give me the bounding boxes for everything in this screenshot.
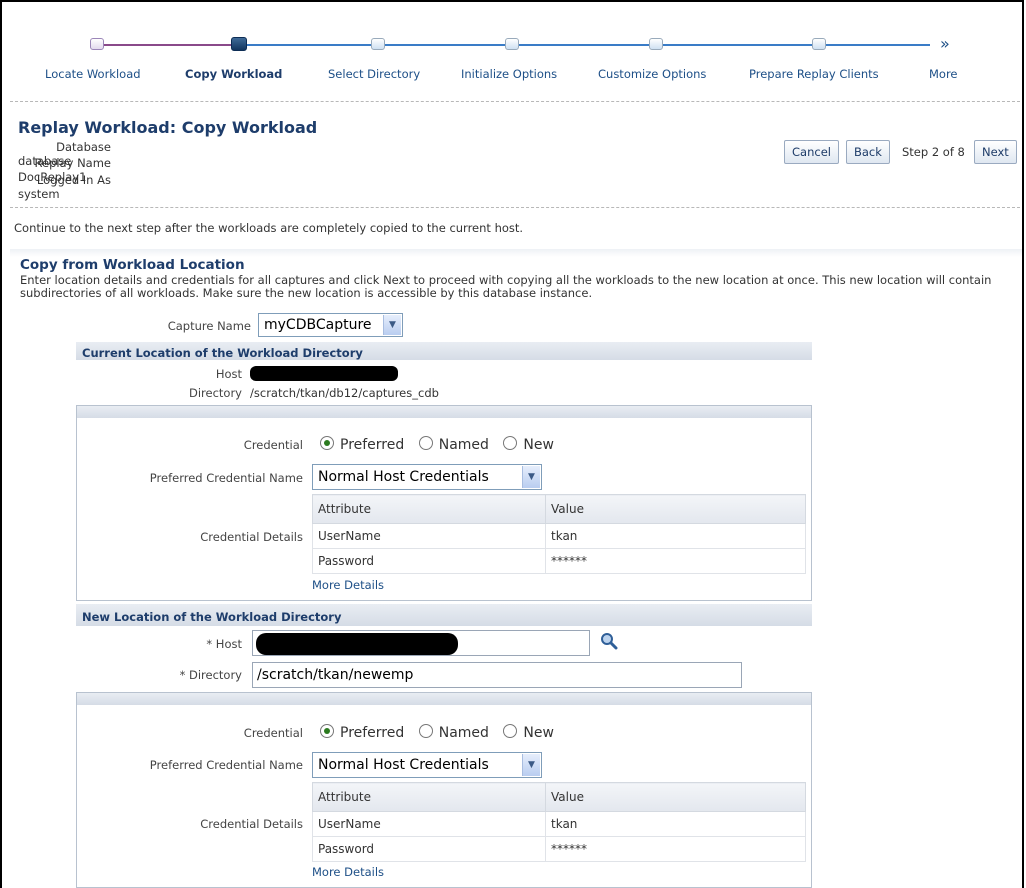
preferred-credential-name-label: Preferred Credential Name (149, 471, 303, 485)
current-directory-value: /scratch/tkan/db12/captures_cdb (250, 386, 439, 400)
new-host-label: * Host (206, 637, 242, 651)
info-label: Database (56, 140, 111, 154)
capture-name-select[interactable]: myCDBCapture ▼ (258, 313, 403, 337)
more-details-link[interactable]: More Details (312, 865, 384, 879)
credential-details-table: Attribute Value UserName tkan Password *… (312, 494, 806, 574)
table-cell: tkan (545, 811, 806, 837)
train-step-more[interactable]: More (929, 67, 958, 81)
table-cell: tkan (545, 523, 806, 549)
table-cell: Password (312, 548, 546, 574)
train-line (240, 44, 930, 46)
new-directory-label: * Directory (179, 668, 242, 682)
capture-name-value: myCDBCapture (264, 317, 372, 333)
next-button[interactable]: Next (974, 140, 1017, 164)
table-cell: UserName (312, 523, 546, 549)
train-node-initialize-options[interactable] (505, 38, 519, 50)
credential-radio-group: Preferred Named New (320, 724, 564, 741)
panel-header (77, 693, 811, 705)
directory-input[interactable]: /scratch/tkan/newemp (252, 662, 742, 688)
cancel-button[interactable]: Cancel (784, 140, 839, 164)
search-icon[interactable] (600, 632, 618, 653)
radio-button[interactable] (320, 436, 334, 450)
preferred-credential-select[interactable]: Normal Host Credentials ▼ (312, 464, 542, 490)
radio-new[interactable]: New (503, 436, 554, 453)
train-step-label[interactable]: Prepare Replay Clients (749, 67, 879, 81)
table-cell: ****** (545, 548, 806, 574)
credential-label: Credential (243, 726, 303, 740)
table-cell: UserName (312, 811, 546, 837)
info-label: Replay Name (34, 156, 111, 170)
train-node-prepare-replay-clients[interactable] (812, 38, 826, 50)
credential-details-label: Credential Details (200, 530, 303, 544)
train-step-label[interactable]: Select Directory (328, 67, 420, 81)
capture-name-label: Capture Name (167, 319, 251, 333)
current-host-label: Host (215, 367, 242, 381)
table-cell: Password (312, 836, 546, 862)
info-label: Logged In As (36, 173, 111, 187)
chevron-down-icon: ▼ (383, 315, 401, 335)
current-directory-label: Directory (188, 386, 242, 400)
radio-button[interactable] (418, 436, 433, 450)
train-node-copy-workload (231, 37, 247, 51)
train-step-label[interactable]: Customize Options (598, 67, 706, 81)
train-step-label-current: Copy Workload (185, 67, 283, 81)
table-header-row: Attribute Value (312, 494, 806, 524)
radio-button[interactable] (503, 436, 518, 450)
table-cell: ****** (545, 836, 806, 862)
radio-button[interactable] (418, 724, 433, 738)
radio-preferred[interactable]: Preferred (320, 436, 404, 453)
copy-section-title: Copy from Workload Location (20, 257, 245, 273)
table-row: UserName tkan (312, 523, 806, 549)
back-button[interactable]: Back (846, 140, 890, 164)
train-node-customize-options[interactable] (649, 38, 663, 50)
train-node-select-directory[interactable] (371, 38, 385, 50)
chevron-down-icon: ▼ (522, 466, 540, 488)
preferred-credential-value: Normal Host Credentials (318, 469, 489, 485)
current-location-title: Current Location of the Workload Directo… (82, 346, 363, 360)
credential-label: Credential (243, 438, 303, 452)
instruction-text: Continue to the next step after the work… (14, 221, 524, 235)
radio-named[interactable]: Named (418, 436, 489, 453)
section-band (10, 249, 1022, 257)
more-arrow-icon[interactable]: » (940, 34, 950, 53)
redacted-host-value (256, 633, 458, 655)
radio-button[interactable] (320, 724, 334, 738)
radio-new[interactable]: New (503, 724, 554, 741)
train-line-completed (97, 44, 235, 46)
train-step-label[interactable]: Locate Workload (45, 67, 141, 81)
redacted-host (250, 366, 398, 381)
divider (10, 207, 1020, 208)
chevron-down-icon: ▼ (522, 754, 540, 776)
radio-preferred[interactable]: Preferred (320, 724, 404, 741)
copy-section-description: Enter location details and credentials f… (20, 273, 992, 300)
preferred-credential-select[interactable]: Normal Host Credentials ▼ (312, 752, 542, 778)
column-header-attribute: Attribute (312, 782, 546, 812)
column-header-value: Value (545, 782, 806, 812)
credential-details-label: Credential Details (200, 817, 303, 831)
info-logged-in-as: Logged In Assystem (18, 173, 128, 201)
column-header-value: Value (545, 494, 806, 524)
new-location-title: New Location of the Workload Directory (82, 610, 342, 624)
column-header-attribute: Attribute (312, 494, 546, 524)
radio-button[interactable] (503, 724, 518, 738)
train-step-label[interactable]: Initialize Options (461, 67, 557, 81)
table-row: UserName tkan (312, 811, 806, 837)
train-node-locate-workload[interactable] (90, 38, 104, 50)
credential-details-table: Attribute Value UserName tkan Password *… (312, 782, 806, 862)
table-header-row: Attribute Value (312, 782, 806, 812)
info-value: system (18, 187, 60, 201)
credential-radio-group: Preferred Named New (320, 436, 564, 453)
table-row: Password ****** (312, 548, 806, 574)
step-indicator: Step 2 of 8 (902, 145, 965, 159)
radio-named[interactable]: Named (418, 724, 489, 741)
panel-header (77, 406, 811, 418)
page-title: Replay Workload: Copy Workload (18, 118, 318, 137)
preferred-credential-value: Normal Host Credentials (318, 757, 489, 773)
preferred-credential-name-label: Preferred Credential Name (149, 758, 303, 772)
divider (10, 101, 1020, 102)
more-details-link[interactable]: More Details (312, 578, 384, 592)
table-row: Password ****** (312, 836, 806, 862)
